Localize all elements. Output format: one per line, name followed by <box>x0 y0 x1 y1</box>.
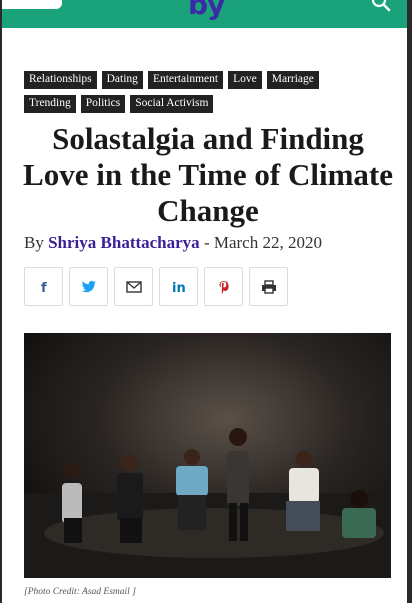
tag-marriage[interactable]: Marriage <box>266 71 319 89</box>
printer-icon <box>261 279 276 294</box>
tag-trending[interactable]: Trending <box>24 95 76 113</box>
article-page: by Relationships Dating Entertainment Lo… <box>2 0 407 603</box>
tag-politics[interactable]: Politics <box>80 95 126 113</box>
site-header: by <box>2 0 407 28</box>
twitter-share-button[interactable] <box>69 267 108 306</box>
facebook-icon: f <box>41 281 47 294</box>
byline-separator: - <box>203 233 210 252</box>
linkedin-share-button[interactable]: in <box>159 267 198 306</box>
tag-dating[interactable]: Dating <box>101 71 143 89</box>
pinterest-share-button[interactable] <box>204 267 243 306</box>
search-icon[interactable] <box>370 0 392 12</box>
article-photo <box>24 333 391 578</box>
tag-row: Trending Politics Social Activism <box>24 95 384 113</box>
photo-credit: [Photo Credit: Asad Esmail ] <box>24 587 136 597</box>
tag-social-activism[interactable]: Social Activism <box>130 95 214 113</box>
byline-prefix: By <box>24 233 44 252</box>
tag-love[interactable]: Love <box>228 71 262 89</box>
svg-text:f: f <box>41 281 47 294</box>
article-title: Solastalgia and Finding Love in the Time… <box>23 121 393 228</box>
tag-row: Relationships Dating Entertainment Love … <box>24 71 384 89</box>
site-logo[interactable]: by <box>188 0 225 21</box>
linkedin-icon: in <box>172 281 186 294</box>
print-button[interactable] <box>249 267 288 306</box>
publish-date: March 22, 2020 <box>213 233 322 252</box>
svg-text:in: in <box>172 281 186 294</box>
menu-button[interactable] <box>2 0 62 9</box>
tag-list: Relationships Dating Entertainment Love … <box>24 71 384 119</box>
author-link[interactable]: Shriya Bhattacharya <box>48 233 200 252</box>
email-icon <box>125 280 142 293</box>
share-buttons: f in <box>24 267 288 306</box>
facebook-share-button[interactable]: f <box>24 267 63 306</box>
email-share-button[interactable] <box>114 267 153 306</box>
twitter-icon <box>81 280 96 292</box>
tag-relationships[interactable]: Relationships <box>24 71 97 89</box>
article-byline: By Shriya Bhattacharya - March 22, 2020 <box>24 233 394 253</box>
stage-photo-illustration <box>24 333 391 578</box>
pinterest-icon <box>219 280 229 294</box>
tag-entertainment[interactable]: Entertainment <box>147 71 224 89</box>
